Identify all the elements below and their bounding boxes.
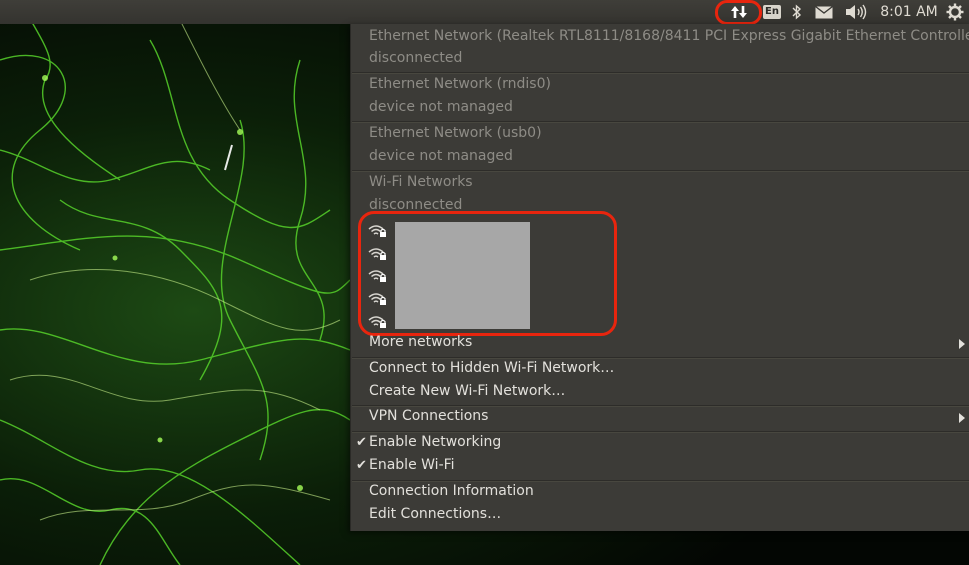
- wifi-networks-title: Wi-Fi Networks: [369, 174, 473, 190]
- network-menu: Ethernet Network (Realtek RTL8111/8168/8…: [350, 24, 969, 531]
- envelope-icon: [815, 5, 833, 18]
- ethernet-rndis0-status-label: device not managed: [369, 99, 513, 115]
- submenu-arrow-icon: [959, 413, 965, 423]
- gear-icon: [946, 3, 964, 21]
- ethernet-usb0-status-label: device not managed: [369, 148, 513, 164]
- ethernet-rndis0-status: device not managed: [351, 98, 969, 122]
- vpn-label: VPN Connections: [369, 408, 489, 424]
- clock[interactable]: 8:01 AM: [880, 0, 938, 24]
- ethernet-realtek-status-label: disconnected: [369, 50, 463, 66]
- menu-separator: [352, 121, 969, 123]
- session-menu[interactable]: [944, 0, 966, 24]
- menu-item-vpn-connections[interactable]: VPN Connections: [351, 408, 969, 432]
- checkmark-icon: ✔: [356, 458, 367, 473]
- checkmark-icon: ✔: [356, 435, 367, 450]
- more-networks-label: More networks: [369, 334, 473, 350]
- ethernet-network-realtek: Ethernet Network (Realtek RTL8111/8168/8…: [351, 26, 969, 50]
- ethernet-realtek-status: disconnected: [351, 49, 969, 73]
- create-new-label: Create New Wi-Fi Network…: [369, 383, 566, 399]
- menu-separator: [352, 170, 969, 172]
- ethernet-network-usb0: Ethernet Network (usb0): [351, 124, 969, 148]
- messaging-indicator[interactable]: [813, 0, 835, 24]
- menu-item-enable-wifi[interactable]: ✔ Enable Wi-Fi: [351, 457, 969, 481]
- ethernet-usb0-title: Ethernet Network (usb0): [369, 125, 542, 141]
- speaker-icon: [846, 4, 867, 20]
- menu-item-connection-information[interactable]: Connection Information: [351, 483, 969, 507]
- menu-separator: [352, 405, 969, 407]
- menu-item-enable-networking[interactable]: ✔ Enable Networking: [351, 434, 969, 458]
- wifi-networks-header: Wi-Fi Networks: [351, 173, 969, 197]
- bluetooth-icon: [792, 4, 802, 20]
- menu-separator: [352, 72, 969, 74]
- connect-hidden-label: Connect to Hidden Wi-Fi Network…: [369, 360, 615, 376]
- annotation-highlight-wifi-list: [358, 211, 617, 336]
- enable-wifi-label: Enable Wi-Fi: [369, 457, 455, 473]
- connection-info-label: Connection Information: [369, 483, 534, 499]
- ethernet-usb0-status: device not managed: [351, 147, 969, 171]
- menu-item-connect-hidden-wifi[interactable]: Connect to Hidden Wi-Fi Network…: [351, 359, 969, 383]
- menu-separator: [352, 480, 969, 482]
- ethernet-realtek-title: Ethernet Network (Realtek RTL8111/8168/8…: [369, 28, 969, 44]
- edit-connections-label: Edit Connections…: [369, 506, 502, 522]
- volume-indicator[interactable]: [843, 0, 869, 24]
- menu-item-more-networks[interactable]: More networks: [351, 333, 969, 357]
- menu-item-create-new-wifi[interactable]: Create New Wi-Fi Network…: [351, 382, 969, 406]
- bluetooth-indicator[interactable]: [789, 0, 805, 24]
- keyboard-layout-label: En: [763, 5, 781, 19]
- ethernet-network-rndis0: Ethernet Network (rndis0): [351, 75, 969, 99]
- menu-separator: [352, 431, 969, 433]
- enable-networking-label: Enable Networking: [369, 434, 502, 450]
- ethernet-rndis0-title: Ethernet Network (rndis0): [369, 76, 551, 92]
- submenu-arrow-icon: [959, 339, 965, 349]
- keyboard-layout-indicator[interactable]: En: [763, 0, 781, 24]
- top-panel: En 8:01 AM: [0, 0, 969, 25]
- annotation-highlight-network-indicator: [715, 0, 762, 25]
- menu-item-edit-connections[interactable]: Edit Connections…: [351, 506, 969, 530]
